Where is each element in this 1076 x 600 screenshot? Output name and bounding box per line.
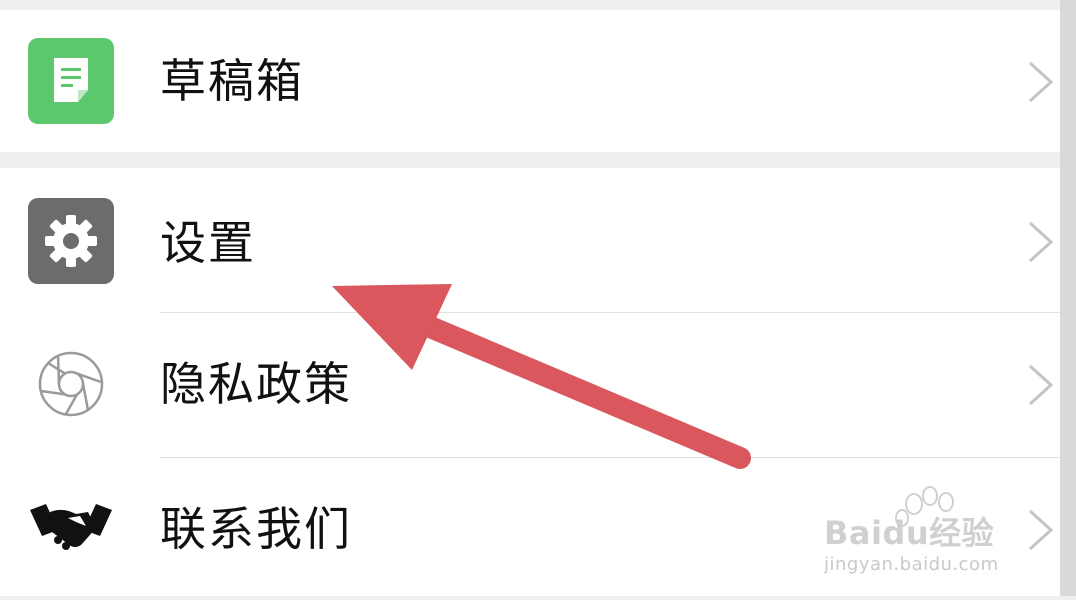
- chevron-right-icon: [1026, 60, 1056, 104]
- watermark-brand: Baidu经验: [824, 514, 995, 552]
- gear-icon: [28, 198, 114, 284]
- scroll-edge: [1060, 0, 1076, 596]
- annotation-arrow: [320, 270, 760, 490]
- section-gap: [0, 0, 1060, 10]
- draft-box-icon: [28, 38, 114, 124]
- menu-item-label: 设置: [160, 216, 256, 270]
- chevron-right-icon: [1026, 363, 1056, 407]
- menu-item-label: 草稿箱: [160, 54, 304, 108]
- handshake-icon: [28, 500, 114, 556]
- menu-item-drafts[interactable]: 草稿箱: [0, 10, 1060, 152]
- watermark-text: Baidu经验 jingyan.baidu.com: [824, 514, 1034, 575]
- privacy-aperture-icon: [36, 349, 106, 419]
- chevron-right-icon: [1026, 220, 1056, 264]
- watermark-url: jingyan.baidu.com: [824, 554, 999, 575]
- menu-group-drafts: 草稿箱: [0, 10, 1060, 152]
